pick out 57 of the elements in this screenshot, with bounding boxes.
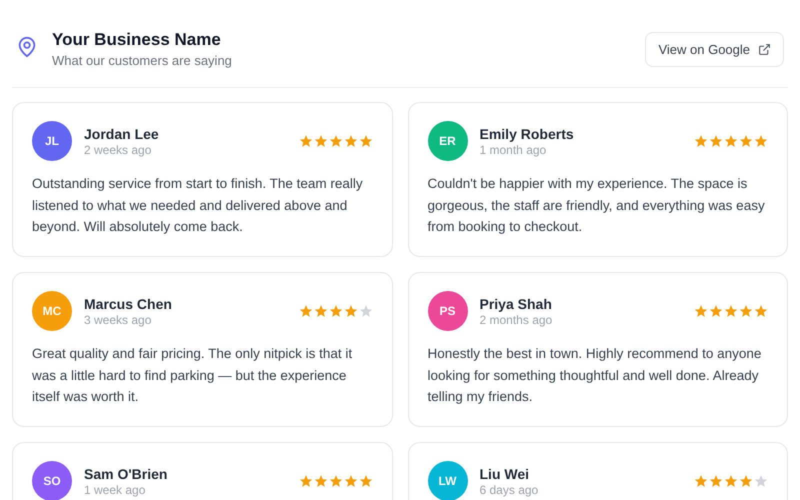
star-icon bbox=[298, 134, 312, 148]
star-icon bbox=[298, 304, 312, 318]
star-icon bbox=[739, 304, 753, 318]
star-icon bbox=[739, 134, 753, 148]
star-icon bbox=[314, 474, 328, 488]
subtitle: What our customers are saying bbox=[52, 53, 232, 68]
star-icon bbox=[344, 134, 358, 148]
star-icon bbox=[724, 134, 738, 148]
star-icon bbox=[358, 134, 372, 148]
avatar: JL bbox=[32, 121, 72, 161]
star-icon bbox=[328, 474, 342, 488]
avatar: SO bbox=[32, 461, 72, 500]
reviewer-name: Jordan Lee bbox=[84, 126, 160, 142]
star-icon bbox=[724, 474, 738, 488]
review-text: Great quality and fair pricing. The only nitpick is that it was a little hard to find parking — but the experience itself was worth it. bbox=[32, 345, 354, 406]
star-icon bbox=[344, 474, 358, 488]
review-text: Honestly the best in town. Highly recommend to anyone looking for something thoughtful and well done. Already telling my friends. bbox=[428, 345, 762, 406]
star-icon bbox=[724, 304, 738, 318]
view-on-google-button[interactable]: View on Google bbox=[645, 32, 784, 66]
map-pin-icon bbox=[16, 36, 38, 58]
reviewer-name: Sam O'Brien bbox=[84, 466, 168, 482]
star-icon bbox=[754, 474, 768, 488]
star-icon bbox=[314, 134, 328, 148]
review-time: 1 month ago bbox=[480, 142, 548, 156]
reviewer-name: Priya Shah bbox=[480, 296, 553, 312]
star-icon bbox=[358, 474, 372, 488]
business-name: Your Business Name bbox=[52, 30, 222, 50]
review-time: 3 weeks ago bbox=[84, 312, 152, 326]
review-text: Outstanding service from start to finish. The team really listened to what we needed and delivered above and beyond. Will absolutely come back. bbox=[32, 175, 364, 236]
star-icon bbox=[314, 304, 328, 318]
star-icon bbox=[709, 474, 723, 488]
review-time: 2 months ago bbox=[480, 312, 554, 326]
star-icon bbox=[298, 474, 312, 488]
reviewer-name: Emily Roberts bbox=[480, 126, 575, 142]
external-link-icon bbox=[758, 42, 771, 56]
reviewer-name: Marcus Chen bbox=[84, 296, 173, 312]
star-icon bbox=[694, 304, 708, 318]
avatar: MC bbox=[32, 291, 72, 331]
star-icon bbox=[754, 304, 768, 318]
star-icon bbox=[739, 474, 753, 488]
avatar: ER bbox=[428, 121, 468, 161]
star-icon bbox=[694, 474, 708, 488]
star-icon bbox=[344, 304, 358, 318]
review-text: Couldn't be happier with my experience. The space is gorgeous, the staff are friendly, and everything was easy from booking to checkout. bbox=[428, 175, 766, 236]
star-icon bbox=[328, 134, 342, 148]
star-icon bbox=[754, 134, 768, 148]
avatar: LW bbox=[428, 461, 468, 500]
avatar: PS bbox=[428, 291, 468, 331]
review-time: 2 weeks ago bbox=[84, 142, 152, 156]
review-time: 6 days ago bbox=[480, 482, 540, 496]
star-icon bbox=[694, 134, 708, 148]
review-time: 1 week ago bbox=[84, 482, 146, 496]
star-icon bbox=[709, 134, 723, 148]
star-icon bbox=[709, 304, 723, 318]
star-icon bbox=[328, 304, 342, 318]
reviewer-name: Liu Wei bbox=[480, 466, 530, 482]
star-icon bbox=[358, 304, 372, 318]
